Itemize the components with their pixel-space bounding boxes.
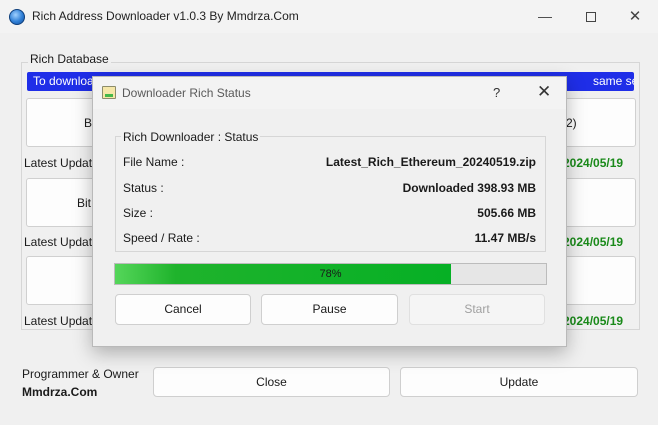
pause-button[interactable]: Pause	[261, 294, 398, 325]
banner-text-right: same section	[593, 74, 634, 88]
minimize-button[interactable]: —	[522, 0, 568, 33]
help-button[interactable]: ?	[493, 85, 500, 100]
latest-update-label-2: Latest Update	[24, 235, 99, 249]
size-label: Size :	[123, 206, 154, 220]
latest-update-label-1: Latest Update	[24, 156, 99, 170]
progress-text: 78%	[319, 268, 342, 280]
programmer-label: Programmer & Owner	[22, 367, 139, 381]
speed-label: Speed / Rate :	[123, 231, 200, 245]
update-button[interactable]: Update	[400, 367, 638, 397]
window-title: Rich Address Downloader v1.0.3 By Mmdrza…	[32, 9, 299, 23]
status-value: Downloaded 398.93 MB	[402, 181, 536, 195]
latest-update-label-3: Latest Update	[24, 314, 99, 328]
maximize-button[interactable]	[568, 0, 614, 33]
download-button-3-label: Bit	[77, 195, 92, 210]
dialog-title: Downloader Rich Status	[122, 86, 251, 100]
dialog-app-icon	[102, 86, 116, 99]
download-button-2-label: 2)	[566, 115, 577, 130]
download-button-2[interactable]: 2)	[562, 98, 636, 147]
maximize-icon	[586, 12, 596, 23]
title-bar: Rich Address Downloader v1.0.3 By Mmdrza…	[0, 0, 658, 33]
rich-database-label: Rich Database	[28, 52, 111, 66]
app-globe-icon	[9, 9, 25, 25]
dialog-title-bar: Downloader Rich Status ? ✕	[93, 77, 566, 109]
close-button[interactable]: Close	[153, 367, 390, 397]
banner-text-left: To download	[33, 74, 101, 88]
file-name-value: Latest_Rich_Ethereum_20240519.zip	[325, 155, 536, 169]
downloader-status-dialog: Downloader Rich Status ? ✕ Rich Download…	[92, 76, 567, 347]
start-button[interactable]: Start	[409, 294, 545, 325]
speed-value: 11.47 MB/s	[474, 231, 536, 245]
file-name-label: File Name :	[123, 155, 185, 169]
programmer-name: Mmdrza.Com	[22, 385, 98, 399]
cancel-button[interactable]: Cancel	[115, 294, 251, 325]
download-button-1-label: B	[84, 115, 93, 130]
latest-update-date-2: 2024/05/19	[563, 235, 624, 249]
download-progress-bar: 78%	[114, 263, 547, 285]
status-group-label: Rich Downloader : Status	[121, 130, 261, 144]
status-label: Status :	[123, 181, 164, 195]
latest-update-date-3: 2024/05/19	[563, 314, 624, 328]
download-button-6[interactable]	[562, 256, 636, 305]
close-window-button[interactable]: ✕	[612, 0, 658, 33]
latest-update-date-1: 2024/05/19	[563, 156, 624, 170]
download-button-4[interactable]	[562, 178, 636, 227]
dialog-close-button[interactable]: ✕	[537, 82, 551, 102]
download-button-5[interactable]	[26, 256, 96, 305]
size-value: 505.66 MB	[477, 206, 536, 220]
download-button-1[interactable]: B	[26, 98, 96, 147]
download-button-3[interactable]: Bit	[26, 178, 96, 227]
